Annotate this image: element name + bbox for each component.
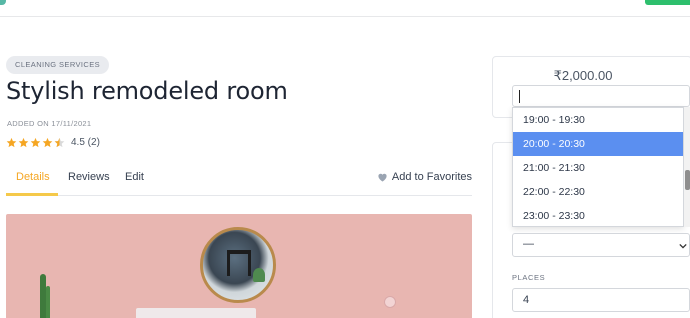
- photo-cactus-branch: [46, 286, 50, 318]
- listing-photo: [6, 214, 472, 318]
- rating: 4.5 (2): [6, 137, 100, 148]
- tab-reviews[interactable]: Reviews: [68, 171, 110, 183]
- add-to-favorites-label: Add to Favorites: [391, 171, 472, 183]
- places-label: PLACES: [512, 273, 546, 282]
- option-select-value: —: [523, 238, 534, 250]
- time-slot-option[interactable]: 21:00 - 21:30: [513, 156, 683, 180]
- star-half-icon: [54, 137, 65, 148]
- tab-details[interactable]: Details: [16, 171, 50, 183]
- star-icon: [18, 137, 29, 148]
- text-cursor: [519, 90, 520, 103]
- time-slot-option-selected[interactable]: 20:00 - 20:30: [513, 132, 683, 156]
- places-input[interactable]: 4: [512, 288, 690, 312]
- dropdown-scroll-thumb[interactable]: [685, 170, 690, 190]
- listing-tabs: Details Reviews Edit Add to Favorites: [6, 162, 472, 196]
- time-slot-dropdown[interactable]: 19:00 - 19:30 20:00 - 20:30 21:00 - 21:3…: [512, 107, 684, 227]
- star-icon: [30, 137, 41, 148]
- top-navbar: [0, 0, 690, 17]
- photo-mirror: [200, 227, 276, 303]
- price: ₹2,000.00: [553, 68, 613, 83]
- category-badge[interactable]: CLEANING SERVICES: [6, 56, 110, 74]
- photo-stool-reflection: [227, 250, 251, 276]
- active-tab-indicator: [6, 193, 58, 196]
- rating-summary: 4.5 (2): [71, 137, 100, 148]
- dropdown-scrollbar[interactable]: [684, 107, 690, 227]
- add-to-favorites-button[interactable]: Add to Favorites: [377, 171, 472, 183]
- photo-console-items: [136, 308, 256, 318]
- time-slot-input[interactable]: [512, 85, 690, 107]
- logo-icon[interactable]: [0, 0, 6, 5]
- time-slot-option[interactable]: 19:00 - 19:30: [513, 108, 683, 132]
- option-select[interactable]: —: [512, 233, 690, 257]
- rating-stars: [6, 137, 65, 148]
- header-action-button[interactable]: [645, 0, 690, 5]
- added-date: ADDED ON 17/11/2021: [7, 119, 92, 128]
- places-value: 4: [523, 294, 530, 306]
- tab-edit[interactable]: Edit: [125, 171, 144, 183]
- star-icon: [42, 137, 53, 148]
- heart-icon: [378, 173, 387, 182]
- photo-vase: [384, 296, 396, 308]
- photo-plant-reflection: [253, 268, 265, 282]
- time-slot-option[interactable]: 23:00 - 23:30: [513, 204, 683, 226]
- page-title: Stylish remodeled room: [6, 77, 288, 105]
- star-icon: [6, 137, 17, 148]
- time-slot-option[interactable]: 22:00 - 22:30: [513, 180, 683, 204]
- chevron-down-icon: [679, 243, 687, 249]
